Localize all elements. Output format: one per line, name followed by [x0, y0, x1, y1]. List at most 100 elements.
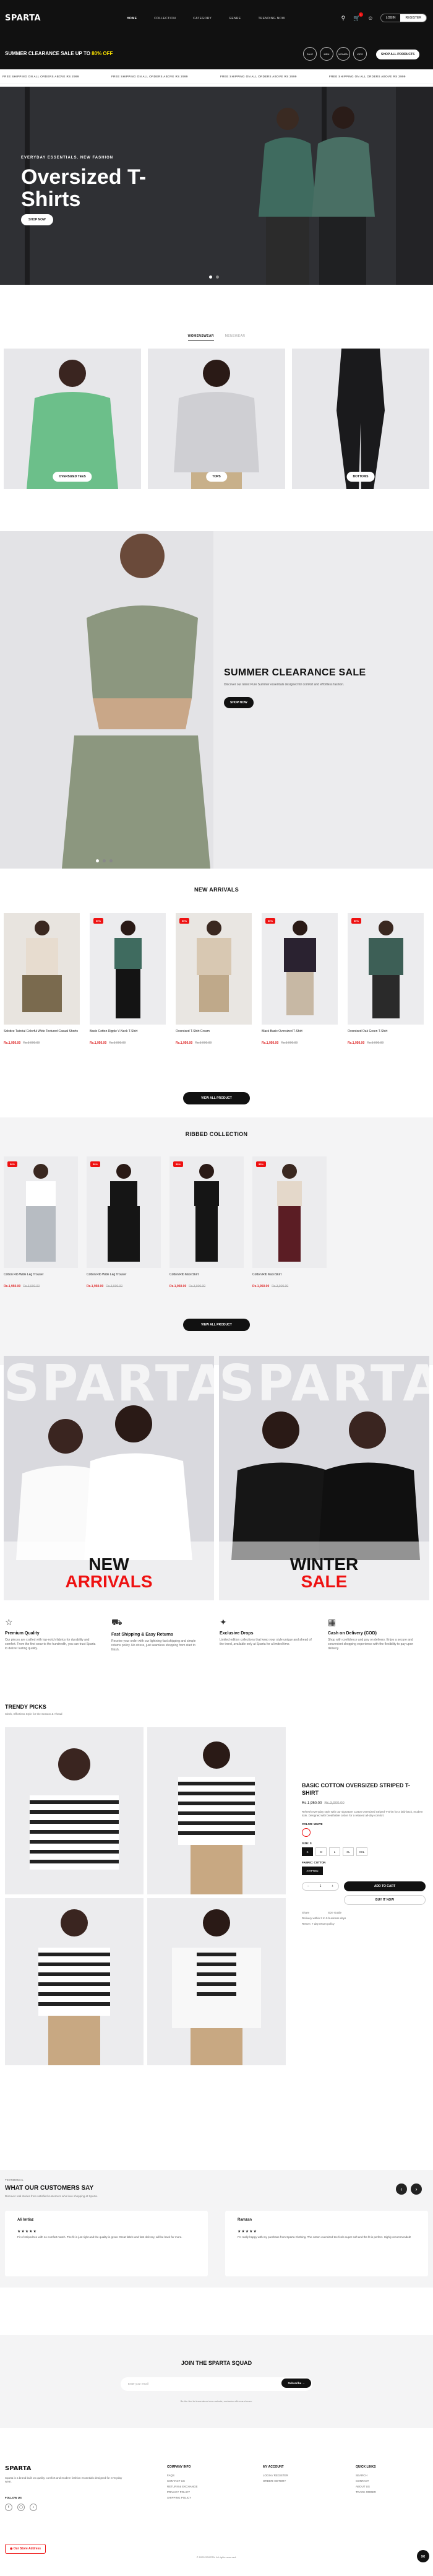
- footer-link[interactable]: SEARCH: [356, 2474, 376, 2477]
- trendy-image[interactable]: [5, 1727, 144, 1894]
- product-name[interactable]: Cotton Rib Wide Leg Trouser: [4, 1273, 78, 1283]
- shop-all-button[interactable]: SHOP ALL PRODUCTS: [376, 50, 420, 59]
- product-name[interactable]: Basic Cotton Ripple V-Neck T-Shirt: [90, 1030, 166, 1039]
- size-option[interactable]: M: [315, 1847, 327, 1856]
- hero-shop-button[interactable]: SHOP NOW: [21, 214, 53, 225]
- subscribe-button[interactable]: Subscribe →: [281, 2379, 311, 2388]
- trendy-image[interactable]: [147, 1898, 286, 2065]
- tiktok-icon[interactable]: ♪: [30, 2504, 37, 2511]
- size-option[interactable]: L: [329, 1847, 340, 1856]
- product-card[interactable]: 50% Oversized Oak Green T-Shirt Rs.1,950…: [348, 913, 424, 1045]
- product-card[interactable]: 50% Black Basic Oversized T-Shirt Rs.1,9…: [262, 913, 338, 1045]
- chevron-right-icon[interactable]: ›: [411, 2184, 422, 2195]
- trendy-image[interactable]: [147, 1727, 286, 1894]
- promo-circle-sale[interactable]: SALE: [303, 47, 317, 61]
- clearance-dot[interactable]: [96, 859, 99, 862]
- promo-circle-women[interactable]: WOMEN: [337, 47, 350, 61]
- new-arrivals-banner[interactable]: SPARTA NEW ARRIVALS: [4, 1356, 214, 1600]
- category-card[interactable]: TOPS: [148, 349, 285, 489]
- register-button[interactable]: REGISTER: [400, 14, 426, 22]
- plus-icon[interactable]: +: [332, 1884, 333, 1888]
- clearance-dot[interactable]: [103, 859, 106, 862]
- size-guide-link[interactable]: Size Guide: [328, 1910, 341, 1915]
- ribbed-view-all-button[interactable]: VIEW ALL PRODUCT: [183, 1319, 250, 1331]
- search-icon[interactable]: ⚲: [340, 14, 347, 22]
- product-name[interactable]: Oversized T-Shirt Cream: [176, 1030, 252, 1039]
- footer-link[interactable]: RETURN & EXCHANGE: [167, 2485, 198, 2488]
- product-card[interactable]: 50% Basic Cotton Ripple V-Neck T-Shirt R…: [90, 913, 166, 1045]
- size-option[interactable]: XL: [343, 1847, 354, 1856]
- minus-icon[interactable]: −: [307, 1884, 309, 1888]
- category-button[interactable]: BOTTOMS: [346, 472, 375, 482]
- chevron-left-icon[interactable]: ‹: [396, 2184, 407, 2195]
- clearance-shop-button[interactable]: SHOP NOW: [224, 697, 254, 708]
- product-card[interactable]: 50% Oversized T-Shirt Cream Rs.1,950.00 R…: [176, 913, 252, 1045]
- product-image[interactable]: 50%: [176, 913, 252, 1025]
- footer-link[interactable]: ORDER HISTORY: [263, 2479, 288, 2483]
- login-button[interactable]: LOGIN: [381, 14, 401, 22]
- footer-link[interactable]: ABOUT US: [356, 2485, 376, 2488]
- facebook-icon[interactable]: f: [5, 2504, 12, 2511]
- product-image[interactable]: 50%: [262, 913, 338, 1025]
- tab-womenswear[interactable]: WOMENSWEAR: [187, 334, 214, 340]
- footer-link[interactable]: FAQS: [167, 2474, 198, 2477]
- nav-collection[interactable]: COLLECTION: [154, 17, 176, 20]
- nav-home[interactable]: HOME: [127, 17, 137, 20]
- size-option[interactable]: S: [302, 1847, 313, 1856]
- clearance-dot[interactable]: [109, 859, 113, 862]
- store-address-button[interactable]: ◉ Our Store Address: [5, 2544, 46, 2554]
- product-image[interactable]: [4, 913, 80, 1025]
- footer-link[interactable]: PRIVACY POLICY: [167, 2491, 198, 2494]
- product-card[interactable]: 50% Cotton Rib Wide Leg Trouser Rs.1,950…: [87, 1156, 161, 1288]
- buy-now-button[interactable]: BUY IT NOW: [344, 1895, 426, 1905]
- quantity-stepper[interactable]: − 1 +: [302, 1882, 339, 1891]
- product-card[interactable]: 50% Cotton Rib Wide Leg Trouser Rs.1,950…: [4, 1156, 78, 1288]
- product-name[interactable]: Solstice Tutorial Colorful Wide Textured…: [4, 1030, 80, 1039]
- category-button[interactable]: TOPS: [206, 472, 227, 482]
- product-name[interactable]: Cotton Rib Wide Leg Trouser: [87, 1273, 161, 1283]
- footer-link[interactable]: CONTACT: [356, 2479, 376, 2483]
- site-logo[interactable]: SPARTA: [5, 14, 41, 23]
- category-card[interactable]: BOTTOMS: [292, 349, 429, 489]
- product-card[interactable]: 50% Cotton Rib Maxi Skirt Rs.1,950.00 Rs.…: [169, 1156, 244, 1288]
- trendy-image[interactable]: [5, 1898, 144, 2065]
- product-image[interactable]: 50%: [169, 1156, 244, 1268]
- hero-dot[interactable]: [216, 275, 219, 279]
- hero-dot[interactable]: [209, 275, 212, 279]
- winter-sale-banner[interactable]: SPARTA WINTER SALE: [219, 1356, 429, 1600]
- category-button[interactable]: OVERSIZED TEES: [53, 472, 92, 482]
- product-image[interactable]: 50%: [4, 1156, 78, 1268]
- product-card[interactable]: Solstice Tutorial Colorful Wide Textured…: [4, 913, 80, 1045]
- user-icon[interactable]: ☺: [367, 14, 374, 22]
- email-input[interactable]: Enter your email: [128, 2382, 148, 2385]
- product-image[interactable]: 50%: [252, 1156, 327, 1268]
- product-name[interactable]: Oversized Oak Green T-Shirt: [348, 1030, 424, 1039]
- color-swatch-white[interactable]: [302, 1828, 311, 1837]
- category-card[interactable]: OVERSIZED TEES: [4, 349, 141, 489]
- footer-link[interactable]: CONTACT US: [167, 2479, 198, 2483]
- share-link[interactable]: Share: [302, 1910, 309, 1915]
- size-option[interactable]: XXL: [356, 1847, 367, 1856]
- product-card[interactable]: 50% Cotton Rib Maxi Skirt Rs.1,950.00 Rs.…: [252, 1156, 327, 1288]
- instagram-icon[interactable]: ◯: [17, 2504, 25, 2511]
- footer-link[interactable]: LOGIN / REGISTER: [263, 2474, 288, 2477]
- new-arrivals-view-all-button[interactable]: VIEW ALL PRODUCT: [183, 1092, 250, 1104]
- cart-icon[interactable]: 🛒 1: [353, 12, 363, 22]
- footer-link[interactable]: SHIPPING POLICY: [167, 2496, 198, 2499]
- footer-logo[interactable]: SPARTA: [5, 2465, 31, 2472]
- product-image[interactable]: 50%: [348, 913, 424, 1025]
- footer-link[interactable]: TRACK ORDER: [356, 2491, 376, 2494]
- nav-genre[interactable]: GENRE: [229, 17, 241, 20]
- product-image[interactable]: 50%: [90, 913, 166, 1025]
- nav-category[interactable]: CATEGORY: [193, 17, 212, 20]
- product-name[interactable]: Black Basic Oversized T-Shirt: [262, 1030, 338, 1039]
- promo-circle-kids[interactable]: KIDS: [353, 47, 367, 61]
- product-image[interactable]: 50%: [87, 1156, 161, 1268]
- nav-trending[interactable]: TRENDING NOW: [258, 17, 285, 20]
- add-to-cart-button[interactable]: ADD TO CART: [344, 1881, 426, 1891]
- chat-icon[interactable]: ✉: [417, 2550, 429, 2562]
- promo-circle-men[interactable]: MEN: [320, 47, 333, 61]
- tab-menswear[interactable]: MENSWEAR: [225, 334, 246, 340]
- fabric-option[interactable]: COTTON: [302, 1867, 323, 1875]
- product-name[interactable]: Cotton Rib Maxi Skirt: [252, 1273, 327, 1283]
